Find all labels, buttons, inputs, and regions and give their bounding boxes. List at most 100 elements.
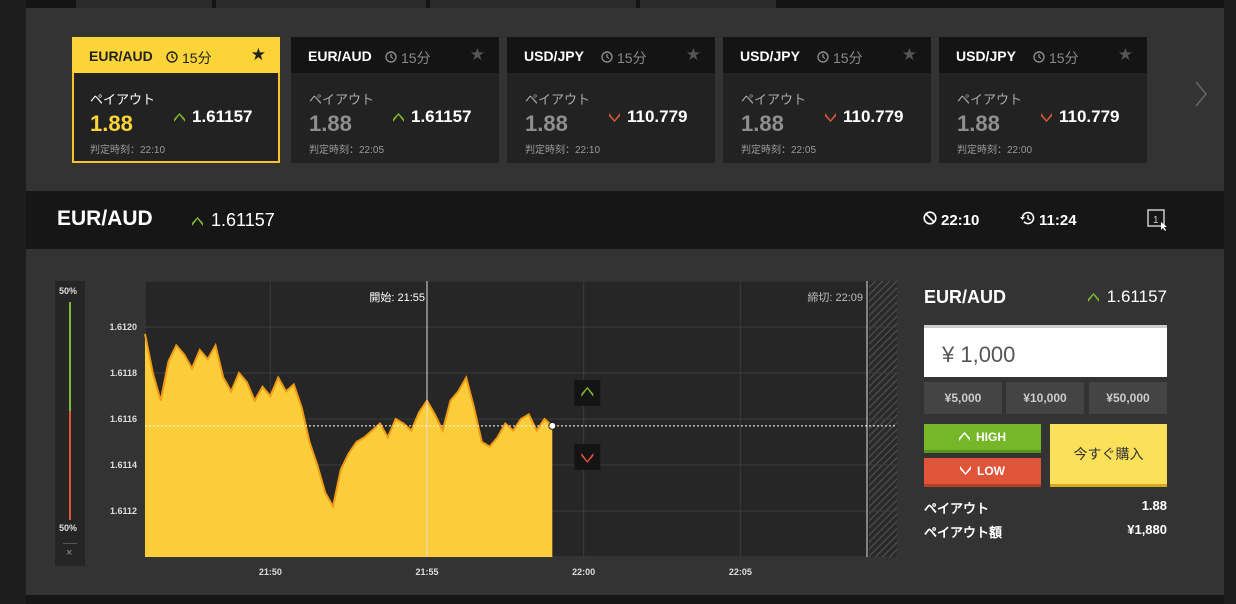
favorite-star-icon[interactable]: ★	[1118, 45, 1133, 65]
card-duration-value: 15分	[401, 50, 431, 66]
card-pair: USD/JPY	[956, 48, 1016, 64]
low-sentiment-fill	[69, 411, 71, 520]
card-payout-value: 1.88	[90, 111, 133, 136]
favorite-star-icon[interactable]: ★	[686, 45, 701, 65]
high-sentiment-pct: 50%	[59, 286, 78, 296]
quick-amount-50000[interactable]: ¥50,000	[1089, 382, 1167, 414]
payout-amount-row: ペイアウト額 ¥1,880	[924, 522, 1167, 541]
trade-pair: EUR/AUD	[924, 287, 1007, 307]
down-arrow-icon	[825, 107, 836, 127]
card-expiry: 判定時刻：22:10	[525, 145, 601, 156]
card-payout-label: ペイアウト	[309, 92, 375, 107]
card-payout-label: ペイアウト	[525, 92, 591, 107]
card-payout-label: ペイアウト	[741, 92, 807, 107]
y-tick-label: 1.6118	[110, 368, 137, 378]
bottom-bar	[26, 595, 1224, 604]
remaining-time-value: 11:24	[1039, 211, 1077, 229]
x-tick-label: 22:05	[729, 567, 752, 577]
high-label: HIGH	[976, 430, 1006, 444]
card-duration: 15分	[385, 48, 431, 68]
y-tick-label: 1.6120	[109, 322, 137, 332]
clock-icon	[385, 50, 397, 66]
card-price: 1.61157	[174, 107, 253, 127]
asset-card[interactable]: USD/JPY 15分 ★ ペイアウト 1.88 110.779 判定時刻：22:00	[939, 37, 1147, 163]
clock-icon	[817, 50, 829, 66]
up-arrow-icon	[393, 107, 404, 127]
header-price-value: 1.61157	[211, 210, 275, 230]
asset-card[interactable]: USD/JPY 15分 ★ ペイアウト 1.88 110.779 判定時刻：22:10	[507, 37, 715, 163]
card-pair: USD/JPY	[524, 48, 584, 64]
payout-row: ペイアウト 1.88	[924, 498, 1167, 517]
quick-amount-5000[interactable]: ¥5,000	[924, 382, 1002, 414]
asset-card[interactable]: USD/JPY 15分 ★ ペイアウト 1.88 110.779 判定時刻：22:05	[723, 37, 931, 163]
payout-value: 1.88	[1141, 498, 1167, 513]
card-header: USD/JPY 15分 ★	[939, 37, 1147, 73]
clock-icon	[166, 50, 178, 66]
quick-amount-10000[interactable]: ¥10,000	[1006, 382, 1084, 414]
card-expiry: 判定時刻：22:05	[309, 145, 385, 156]
high-sentiment-fill	[69, 302, 71, 411]
card-price-value: 1.61157	[192, 107, 253, 126]
card-duration: 15分	[166, 48, 212, 68]
card-payout-label: ペイアウト	[957, 92, 1023, 107]
close-sentiment-icon[interactable]: ×	[66, 547, 72, 559]
current-price-dot	[548, 421, 557, 430]
chart-low-marker	[574, 443, 601, 470]
favorite-star-icon[interactable]: ★	[470, 45, 485, 65]
payout-amount-label: ペイアウト額	[924, 525, 1003, 540]
one-click-mode-icon[interactable]: 1	[1147, 209, 1169, 236]
card-expiry: 判定時刻：22:00	[957, 145, 1033, 156]
card-price: 110.779	[825, 107, 904, 127]
history-clock-icon	[1019, 211, 1035, 229]
close-time-value: 22:10	[941, 211, 980, 229]
up-arrow-icon	[959, 430, 970, 444]
card-duration-value: 15分	[833, 50, 863, 66]
payout-amount-value: ¥1,880	[1127, 522, 1167, 537]
card-price-value: 110.779	[627, 107, 688, 126]
card-duration-value: 15分	[1049, 50, 1079, 66]
card-pair: USD/JPY	[740, 48, 800, 64]
asset-card[interactable]: EUR/AUD 15分 ★ ペイアウト 1.88 1.61157 判定時刻：22:05	[291, 37, 499, 163]
trade-panel: EUR/AUD 1.61157 ¥ 1,000 ¥5,000 ¥10,000 ¥…	[924, 281, 1169, 551]
card-header: USD/JPY 15分 ★	[507, 37, 715, 73]
top-tab[interactable]	[216, 0, 426, 8]
clock-icon	[601, 50, 613, 66]
favorite-star-icon[interactable]: ★	[251, 45, 266, 65]
high-button[interactable]: HIGH	[924, 424, 1041, 453]
down-arrow-icon	[1041, 107, 1052, 127]
top-tab[interactable]	[76, 0, 212, 8]
card-header: EUR/AUD 15分 ★	[291, 37, 499, 73]
x-tick-label: 21:50	[259, 567, 282, 577]
top-tab[interactable]	[430, 0, 636, 8]
card-price: 1.61157	[393, 107, 472, 127]
divider	[63, 543, 77, 544]
card-payout-value: 1.88	[309, 111, 352, 136]
card-duration: 15分	[601, 48, 647, 68]
trade-price-value: 1.61157	[1106, 287, 1167, 306]
asset-card[interactable]: EUR/AUD 15分 ★ ペイアウト 1.88 1.61157 判定時刻：22:10	[72, 37, 280, 163]
sentiment-bar: 50% 50% ×	[55, 281, 85, 566]
amount-input[interactable]: ¥ 1,000	[924, 325, 1167, 377]
x-tick-label: 21:55	[415, 567, 438, 577]
card-header: EUR/AUD 15分 ★	[72, 37, 280, 73]
down-arrow-icon	[960, 464, 971, 478]
buy-now-button[interactable]: 今すぐ購入	[1050, 424, 1167, 487]
card-pair: EUR/AUD	[89, 48, 153, 64]
favorite-star-icon[interactable]: ★	[902, 45, 917, 65]
price-chart[interactable]: 1.6120 1.6118 1.6116 1.6114 1.6112 21:50 21:55…	[90, 280, 900, 581]
card-duration: 15分	[1033, 48, 1079, 68]
card-price-value: 110.779	[843, 107, 904, 126]
top-tab[interactable]	[640, 0, 776, 8]
low-button[interactable]: LOW	[924, 458, 1041, 487]
card-duration: 15分	[817, 48, 863, 68]
up-arrow-icon	[192, 210, 203, 231]
card-pair: EUR/AUD	[308, 48, 372, 64]
up-arrow-icon	[1087, 287, 1099, 307]
carousel-next-icon[interactable]	[1194, 80, 1208, 116]
asset-carousel: EUR/AUD 15分 ★ ペイアウト 1.88 1.61157 判定時刻：22:10 EUR…	[26, 8, 1224, 191]
card-expiry: 判定時刻：22:10	[90, 145, 166, 156]
up-arrow-icon	[174, 107, 185, 127]
no-entry-icon	[923, 211, 937, 229]
card-header: USD/JPY 15分 ★	[723, 37, 931, 73]
end-label: 締切: 22:09	[807, 290, 863, 304]
